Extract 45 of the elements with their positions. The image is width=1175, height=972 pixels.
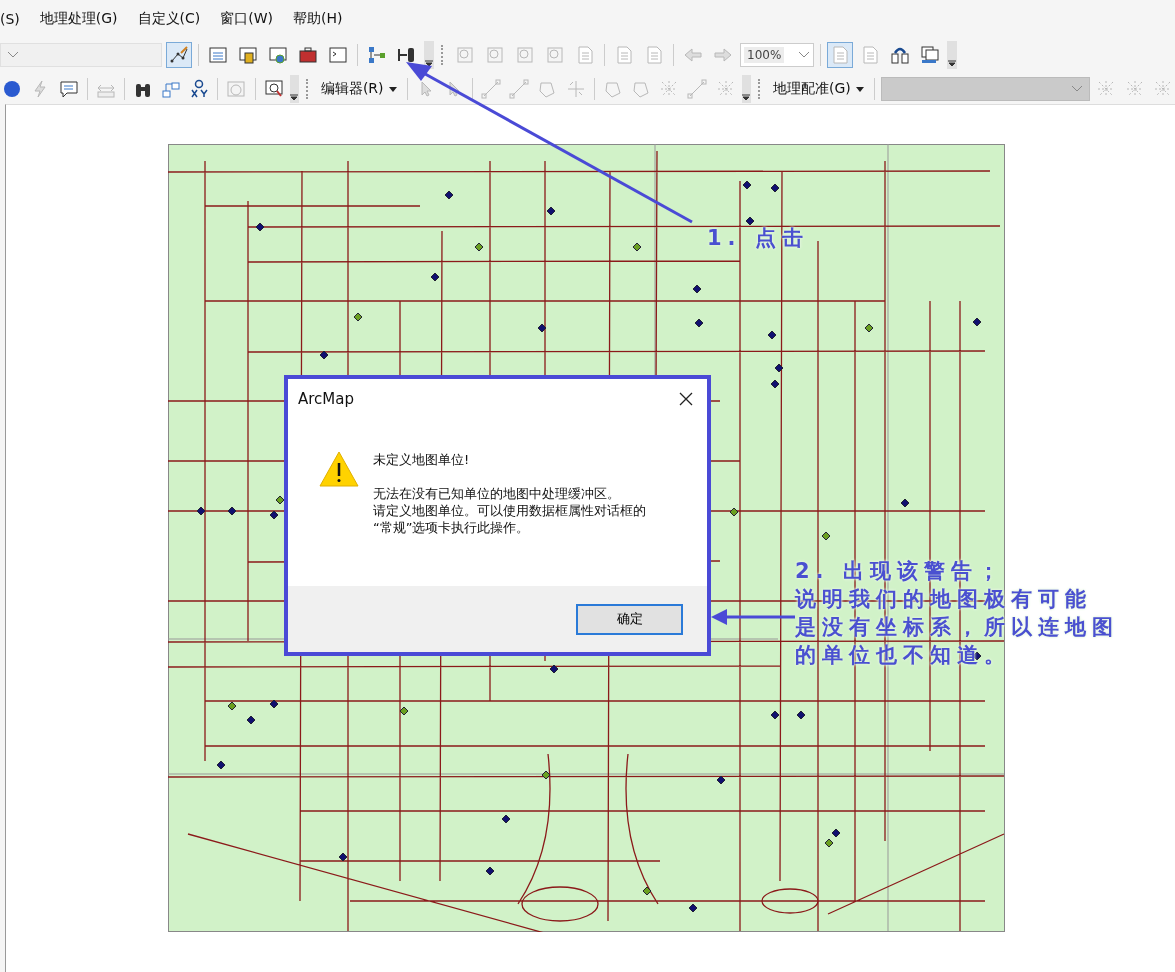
menu-item[interactable]: (S) (0, 11, 20, 27)
time-slider-icon[interactable] (226, 79, 247, 99)
toolbox-icon[interactable] (298, 45, 318, 65)
chevron-down-icon[interactable] (798, 51, 810, 59)
html-popup-icon[interactable] (58, 79, 79, 99)
layer-dropdown[interactable] (880, 77, 1091, 101)
menu-item[interactable]: 帮助(H) (293, 10, 343, 28)
dialog-title: ArcMap (298, 390, 354, 408)
table-window-icon[interactable] (208, 45, 228, 65)
circle-icon[interactable] (2, 79, 23, 99)
data-driven-pages-icon[interactable] (920, 45, 940, 65)
chevron-down-icon[interactable] (1071, 85, 1084, 93)
dialog-message: “常规”选项卡执行此操作。 (373, 519, 531, 536)
menu-item[interactable]: 地理处理(G) (39, 10, 118, 28)
caret-icon (388, 86, 397, 92)
menu-item[interactable]: 窗口(W) (220, 10, 274, 28)
georeferencing-menu[interactable]: 地理配准(G) (768, 80, 868, 98)
catalog-icon[interactable] (238, 45, 258, 65)
python-console-icon[interactable] (328, 45, 348, 65)
straight-segment-icon[interactable] (480, 79, 501, 99)
warning-icon (319, 451, 359, 487)
magnifier-window-icon[interactable] (263, 79, 284, 99)
dialog-heading: 未定义地图单位! (373, 451, 471, 468)
toolbar-options-handle[interactable] (289, 75, 300, 103)
page-icon[interactable] (575, 45, 595, 65)
toolbar-options-handle[interactable] (947, 41, 957, 69)
search-window-icon[interactable] (268, 45, 288, 65)
dialog-message: 无法在没有已知单位的地图中处理缓冲区。 (373, 485, 621, 502)
chevron-down-icon[interactable] (7, 51, 19, 59)
caret-icon (855, 86, 864, 92)
edit-sketch-icon[interactable] (169, 45, 189, 65)
zoom-percent-dropdown[interactable]: 100% (740, 43, 814, 67)
polygon-tool-icon[interactable] (537, 79, 558, 99)
change-layout-icon[interactable] (890, 45, 910, 65)
toolbar-options-handle[interactable] (741, 75, 752, 103)
menu-item[interactable]: 自定义(C) (137, 10, 201, 28)
network-icon[interactable] (161, 79, 182, 99)
layout-page-icon[interactable] (830, 45, 850, 65)
ok-button[interactable]: 确定 (576, 603, 683, 635)
measure-tool-icon[interactable] (397, 45, 417, 65)
model-builder-icon[interactable] (367, 45, 387, 65)
go-to-xy-icon[interactable] (189, 79, 210, 99)
editor-menu[interactable]: 编辑器(R) (316, 80, 401, 98)
dialog-message: 请定义地图单位。可以使用数据框属性对话框的 (373, 502, 646, 519)
toolbar-options-handle[interactable] (424, 41, 434, 69)
